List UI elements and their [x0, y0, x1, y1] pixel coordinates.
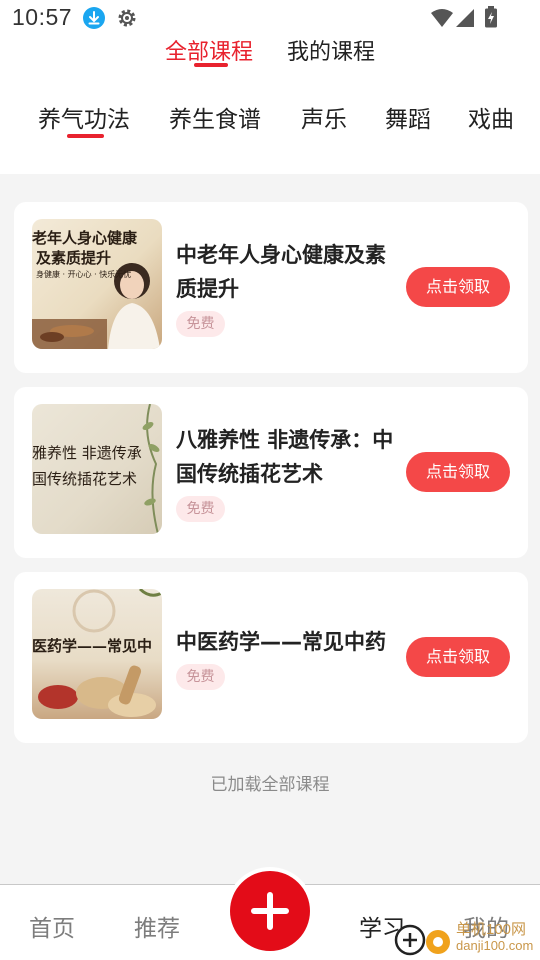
- course-thumbnail: 医药学——常见中: [32, 589, 162, 719]
- course-card[interactable]: 雅养性 非遗传承 国传统插花艺术 八雅养性 非遗传承：中国传统插花艺术 免费 点…: [14, 387, 528, 558]
- thumbnail-text: 医药学——常见中: [32, 637, 153, 655]
- thumbnail-text: 及素质提升: [36, 249, 112, 267]
- category-tab-qigong[interactable]: 养气功法: [38, 100, 130, 134]
- claim-button[interactable]: 点击领取: [406, 452, 510, 492]
- course-card[interactable]: 医药学——常见中 中医药学——常见中药 免费 点击领取: [14, 572, 528, 743]
- status-bar: 10:57: [0, 0, 540, 36]
- add-button[interactable]: [230, 871, 310, 951]
- category-tab-recipes[interactable]: 养生食谱: [169, 100, 261, 134]
- battery-icon: [484, 6, 498, 28]
- course-title[interactable]: 中老年人身心健康及素质提升: [176, 238, 402, 306]
- category-tab-dance[interactable]: 舞蹈: [385, 100, 431, 134]
- free-badge: 免费: [176, 664, 225, 690]
- course-thumbnail: 雅养性 非遗传承 国传统插花艺术: [32, 404, 162, 534]
- gear-icon: [116, 7, 138, 29]
- free-badge: 免费: [176, 496, 225, 522]
- claim-button[interactable]: 点击领取: [406, 637, 510, 677]
- plus-icon: [251, 892, 289, 930]
- category-tab-vocal[interactable]: 声乐: [301, 100, 347, 134]
- signal-icon: [455, 8, 475, 28]
- category-tab-opera[interactable]: 戏曲: [468, 100, 514, 134]
- status-time: 10:57: [12, 4, 73, 30]
- course-card[interactable]: 老年人身心健康 及素质提升 身健康 · 开心心 · 快乐无忧 中老年人身心健康及…: [14, 202, 528, 373]
- category-tab-indicator: [67, 134, 104, 138]
- thumbnail-text: 国传统插花艺术: [32, 470, 138, 488]
- thumbnail-text: 身健康 · 开心心 · 快乐无忧: [36, 270, 132, 279]
- course-thumbnail: 老年人身心健康 及素质提升 身健康 · 开心心 · 快乐无忧: [32, 219, 162, 349]
- free-badge: 免费: [176, 311, 225, 337]
- course-title[interactable]: 八雅养性 非遗传承：中国传统插花艺术: [176, 423, 402, 491]
- claim-button[interactable]: 点击领取: [406, 267, 510, 307]
- tab-all-courses[interactable]: 全部课程: [165, 34, 253, 66]
- tab-my-courses[interactable]: 我的课程: [287, 34, 375, 66]
- wifi-icon: [430, 8, 454, 28]
- download-icon: [83, 7, 105, 29]
- header-area: 10:57 全部课程 我的课程 养气功法 养生食谱 声乐 舞蹈 戏曲: [0, 0, 540, 174]
- all-loaded-note: 已加载全部课程: [210, 775, 330, 795]
- thumbnail-text: 雅养性 非遗传承: [32, 444, 142, 462]
- nav-recommend[interactable]: 推荐: [134, 909, 180, 943]
- active-tab-indicator: [194, 63, 228, 67]
- thumbnail-text: 老年人身心健康: [32, 229, 138, 247]
- watermark-text: 单机100网: [456, 921, 527, 938]
- course-title[interactable]: 中医药学——常见中药: [176, 625, 402, 659]
- nav-home[interactable]: 首页: [29, 909, 75, 943]
- watermark-url: danji100.com: [456, 938, 534, 953]
